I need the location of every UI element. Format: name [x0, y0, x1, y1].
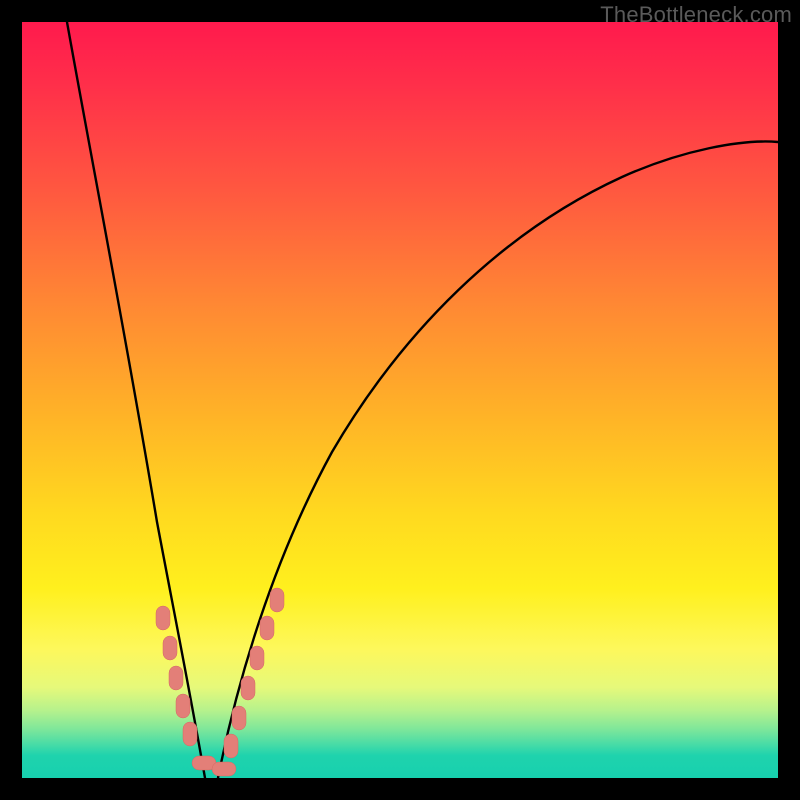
curve-right-branch — [218, 142, 778, 778]
curve-left-branch — [67, 22, 205, 778]
marker-dot — [224, 734, 238, 758]
marker-dot — [250, 646, 264, 670]
marker-dot — [260, 616, 274, 640]
marker-dot — [176, 694, 190, 718]
marker-dot — [183, 722, 197, 746]
marker-dot — [156, 606, 170, 630]
marker-dot — [212, 762, 236, 776]
chart-plot-area — [22, 22, 778, 778]
marker-dot — [163, 636, 177, 660]
marker-dot — [241, 676, 255, 700]
marker-dot — [232, 706, 246, 730]
marker-dot — [270, 588, 284, 612]
marker-dot — [169, 666, 183, 690]
chart-curves-layer — [22, 22, 778, 778]
chart-frame: TheBottleneck.com — [0, 0, 800, 800]
